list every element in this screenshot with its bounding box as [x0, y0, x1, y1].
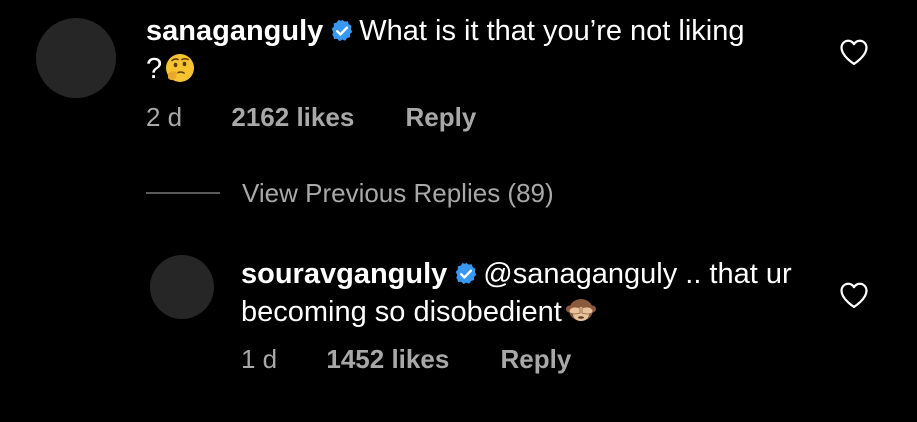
avatar[interactable] [150, 255, 214, 319]
verified-badge-icon [329, 16, 355, 42]
comment-body: sanaganguly What is it that you’re not li… [146, 12, 746, 88]
see-no-evil-monkey-icon [564, 295, 596, 327]
verified-badge-icon [453, 259, 479, 285]
comment-age: 2 d [146, 102, 183, 132]
comment-age: 1 d [241, 344, 278, 374]
comment-meta: 2 d 2162 likes Reply [146, 102, 476, 133]
view-previous-replies-label: View Previous Replies (89) [242, 177, 554, 208]
avatar[interactable] [36, 18, 116, 98]
reply-button[interactable]: Reply [406, 102, 477, 133]
username[interactable]: sanaganguly [146, 15, 323, 47]
like-heart-icon[interactable] [839, 38, 869, 66]
view-previous-replies[interactable]: View Previous Replies (89) [146, 176, 554, 210]
likes-count[interactable]: 2162 likes [231, 102, 354, 133]
reply-button[interactable]: Reply [501, 344, 572, 375]
mention-link[interactable]: @sanaganguly [483, 258, 677, 290]
divider-line [146, 192, 220, 194]
username[interactable]: souravganguly [241, 258, 447, 290]
likes-count[interactable]: 1452 likes [326, 344, 449, 375]
comment-meta: 1 d 1452 likes Reply [241, 344, 571, 375]
like-heart-icon[interactable] [839, 281, 869, 309]
thinking-face-icon [164, 52, 196, 84]
comment-body: souravganguly @sanaganguly .. that ur bec… [241, 255, 821, 331]
